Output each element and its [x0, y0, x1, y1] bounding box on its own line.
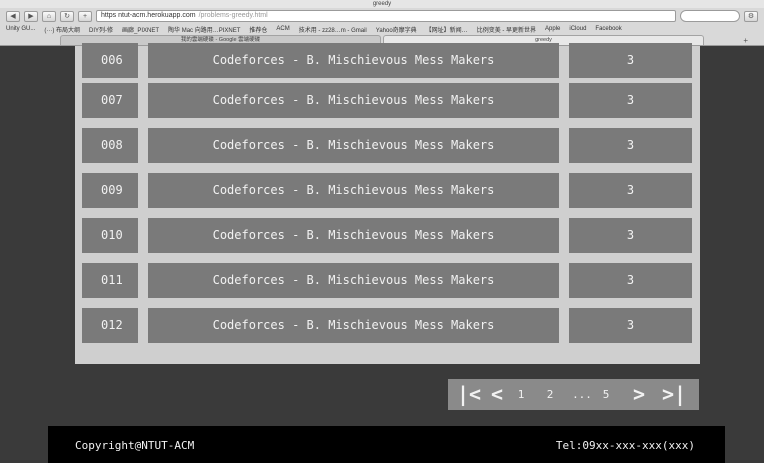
bookmark-item[interactable]: 陶华 Mac 向路用…PIXNET — [168, 25, 240, 34]
bookmark-item[interactable]: Apple — [545, 26, 560, 32]
page-link-5[interactable]: 5 — [596, 388, 616, 401]
new-tab-icon[interactable]: + — [743, 36, 748, 45]
problem-id: 006 — [82, 43, 138, 78]
page-link-1[interactable]: 1 — [510, 388, 532, 401]
problem-title[interactable]: Codeforces - B. Mischievous Mess Makers — [148, 218, 559, 253]
next-page-icon[interactable]: > — [616, 379, 662, 410]
problem-score: 3 — [569, 43, 692, 78]
table-row[interactable]: 008 Codeforces - B. Mischievous Mess Mak… — [82, 128, 692, 163]
last-page-icon[interactable]: >| — [662, 379, 686, 410]
table-row[interactable]: 010 Codeforces - B. Mischievous Mess Mak… — [82, 218, 692, 253]
forward-icon[interactable]: ▶ — [24, 10, 38, 22]
url-path: /problems-greedy.html — [198, 12, 268, 19]
pagination: |< < 1 2 ... 5 > >| — [448, 379, 699, 410]
problem-title[interactable]: Codeforces - B. Mischievous Mess Makers — [148, 128, 559, 163]
bookmark-item[interactable]: 【网址】新闻… — [426, 25, 468, 34]
table-row[interactable]: 012 Codeforces - B. Mischievous Mess Mak… — [82, 308, 692, 343]
problem-score: 3 — [569, 83, 692, 118]
bookmark-item[interactable]: 推荐仓 — [249, 25, 267, 34]
bookmark-item[interactable]: 画廊_PIXNET — [122, 25, 159, 34]
table-row[interactable]: 007 Codeforces - B. Mischievous Mess Mak… — [82, 83, 692, 118]
problem-id: 011 — [82, 263, 138, 298]
prev-page-icon[interactable]: < — [484, 379, 510, 410]
problem-id: 007 — [82, 83, 138, 118]
table-row[interactable]: 006 Codeforces - B. Mischievous Mess Mak… — [82, 43, 692, 78]
problem-score: 3 — [569, 128, 692, 163]
window-title: greedy — [0, 0, 764, 8]
settings-icon[interactable]: ⚙ — [744, 10, 758, 22]
problem-title[interactable]: Codeforces - B. Mischievous Mess Makers — [148, 173, 559, 208]
problem-list: 006 Codeforces - B. Mischievous Mess Mak… — [75, 43, 700, 364]
problem-score: 3 — [569, 173, 692, 208]
bookmarks-bar: Unity GU... (···) 布局大纲 DIY列-修 画廊_PIXNET … — [0, 24, 764, 34]
bookmark-item[interactable]: ACM — [276, 26, 289, 32]
bookmark-item[interactable]: 技术用 - zz28…m - Gmail — [299, 25, 367, 34]
first-page-icon[interactable]: |< — [454, 379, 484, 410]
address-bar[interactable]: https ntut-acm.herokuapp.com/problems-gr… — [96, 10, 676, 22]
page-link-2[interactable]: 2 — [532, 388, 568, 401]
reload-icon[interactable]: ↻ — [60, 10, 74, 22]
problem-title[interactable]: Codeforces - B. Mischievous Mess Makers — [148, 263, 559, 298]
bookmark-item[interactable]: Yahoo奇摩字典 — [376, 25, 417, 34]
table-row[interactable]: 009 Codeforces - B. Mischievous Mess Mak… — [82, 173, 692, 208]
bookmark-item[interactable]: 比例变美 - 早更新世界 — [477, 25, 536, 34]
problem-score: 3 — [569, 308, 692, 343]
problem-id: 012 — [82, 308, 138, 343]
add-tab-icon[interactable]: + — [78, 10, 92, 22]
problem-id: 009 — [82, 173, 138, 208]
home-icon[interactable]: ⌂ — [42, 10, 56, 22]
pagination-ellipsis: ... — [572, 388, 592, 401]
problem-id: 008 — [82, 128, 138, 163]
bookmark-item[interactable]: Unity GU... — [6, 26, 35, 32]
back-icon[interactable]: ◀ — [6, 10, 20, 22]
table-row[interactable]: 011 Codeforces - B. Mischievous Mess Mak… — [82, 263, 692, 298]
search-input[interactable] — [680, 10, 740, 22]
browser-toolbar: ◀ ▶ ⌂ ↻ + https ntut-acm.herokuapp.com/p… — [0, 8, 764, 24]
bookmark-item[interactable]: (···) 布局大纲 — [44, 25, 80, 34]
copyright-text: Copyright@NTUT-ACM — [75, 439, 195, 452]
bookmark-item[interactable]: DIY列-修 — [89, 25, 113, 34]
problem-score: 3 — [569, 218, 692, 253]
problem-title[interactable]: Codeforces - B. Mischievous Mess Makers — [148, 43, 559, 78]
browser-chrome: greedy ◀ ▶ ⌂ ↻ + https ntut-acm.herokuap… — [0, 0, 764, 46]
url-host: https ntut-acm.herokuapp.com — [101, 12, 196, 19]
bookmark-item[interactable]: iCloud — [569, 26, 586, 32]
problem-score: 3 — [569, 263, 692, 298]
footer: Copyright@NTUT-ACM Tel:09xx-xxx-xxx(xxx) — [48, 426, 725, 463]
telephone-text: Tel:09xx-xxx-xxx(xxx) — [555, 439, 695, 452]
bookmark-item[interactable]: Facebook — [595, 26, 621, 32]
problem-title[interactable]: Codeforces - B. Mischievous Mess Makers — [148, 83, 559, 118]
problem-title[interactable]: Codeforces - B. Mischievous Mess Makers — [148, 308, 559, 343]
problem-id: 010 — [82, 218, 138, 253]
